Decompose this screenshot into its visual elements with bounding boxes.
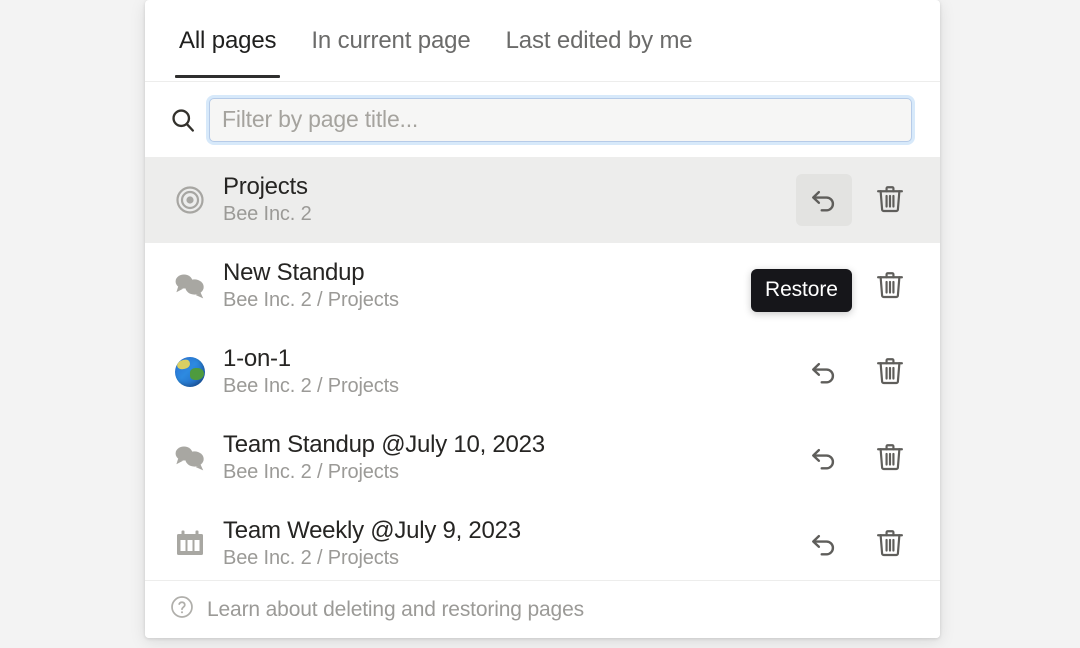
table-row[interactable]: Team Standup @July 10, 2023 Bee Inc. 2 /…	[145, 415, 940, 501]
undo-arrow-icon	[808, 183, 840, 218]
page-title: New Standup	[223, 258, 365, 286]
breadcrumb: Bee Inc. 2 / Projects	[223, 375, 399, 398]
table-row[interactable]: 1-on-1 Bee Inc. 2 / Projects	[145, 329, 940, 415]
undo-arrow-icon	[808, 355, 840, 390]
question-circle-icon	[169, 594, 195, 625]
restore-button[interactable]	[796, 432, 852, 484]
row-actions	[796, 260, 918, 312]
trash-icon	[874, 269, 906, 304]
delete-button[interactable]	[862, 174, 918, 226]
globe-icon	[169, 351, 211, 393]
delete-button[interactable]	[862, 432, 918, 484]
row-actions	[796, 432, 918, 484]
trash-icon	[874, 183, 906, 218]
delete-button[interactable]	[862, 346, 918, 398]
restore-button[interactable]	[796, 346, 852, 398]
speech-balloons-icon	[169, 437, 211, 479]
undo-arrow-icon	[808, 269, 840, 304]
breadcrumb: Bee Inc. 2 / Projects	[223, 461, 399, 484]
tab-all-pages[interactable]: All pages	[175, 0, 281, 82]
search-field-wrapper[interactable]	[209, 97, 912, 142]
footer-help-link[interactable]: Learn about deleting and restoring pages	[145, 580, 940, 638]
tab-bar: All pages In current page Last edited by…	[145, 0, 940, 82]
search-icon	[169, 106, 197, 134]
tab-last-edited-by-me[interactable]: Last edited by me	[502, 0, 697, 82]
row-text: New Standup Bee Inc. 2 / Projects	[223, 258, 796, 313]
restore-button[interactable]	[796, 260, 852, 312]
breadcrumb: Bee Inc. 2	[223, 203, 312, 226]
trash-icon	[874, 527, 906, 562]
row-text: Team Weekly @July 9, 2023 Bee Inc. 2 / P…	[223, 516, 796, 571]
page-title: Projects	[223, 172, 308, 200]
delete-button[interactable]	[862, 260, 918, 312]
search-row	[145, 82, 940, 157]
page-title: 1-on-1	[223, 344, 291, 372]
row-actions	[796, 518, 918, 570]
table-row[interactable]: Team Weekly @July 9, 2023 Bee Inc. 2 / P…	[145, 501, 940, 580]
table-row[interactable]: Projects Bee Inc. 2	[145, 157, 940, 243]
trash-icon	[874, 355, 906, 390]
tab-last-edited-by-me-label: Last edited by me	[505, 27, 693, 54]
deleted-pages-panel: All pages In current page Last edited by…	[145, 0, 940, 638]
restore-button[interactable]	[796, 518, 852, 570]
page-title: Team Weekly @July 9, 2023	[223, 516, 521, 544]
row-actions	[796, 346, 918, 398]
search-input[interactable]	[222, 106, 899, 133]
tab-all-pages-label: All pages	[179, 27, 277, 54]
row-actions	[796, 174, 918, 226]
calendar-icon	[169, 523, 211, 565]
breadcrumb: Bee Inc. 2 / Projects	[223, 289, 399, 312]
restore-button[interactable]	[796, 174, 852, 226]
row-text: 1-on-1 Bee Inc. 2 / Projects	[223, 344, 796, 399]
row-text: Team Standup @July 10, 2023 Bee Inc. 2 /…	[223, 430, 796, 485]
table-row[interactable]: New Standup Bee Inc. 2 / Projects	[145, 243, 940, 329]
row-text: Projects Bee Inc. 2	[223, 172, 796, 227]
trash-icon	[874, 441, 906, 476]
speech-balloons-icon	[169, 265, 211, 307]
tab-in-current-page-label: In current page	[311, 27, 471, 54]
delete-button[interactable]	[862, 518, 918, 570]
tab-in-current-page[interactable]: In current page	[307, 0, 474, 82]
undo-arrow-icon	[808, 441, 840, 476]
breadcrumb: Bee Inc. 2 / Projects	[223, 547, 399, 570]
footer-help-label: Learn about deleting and restoring pages	[207, 597, 584, 621]
page-title: Team Standup @July 10, 2023	[223, 430, 545, 458]
target-icon	[169, 179, 211, 221]
deleted-pages-list: Projects Bee Inc. 2 New Standup Bee Inc.…	[145, 157, 940, 580]
undo-arrow-icon	[808, 527, 840, 562]
